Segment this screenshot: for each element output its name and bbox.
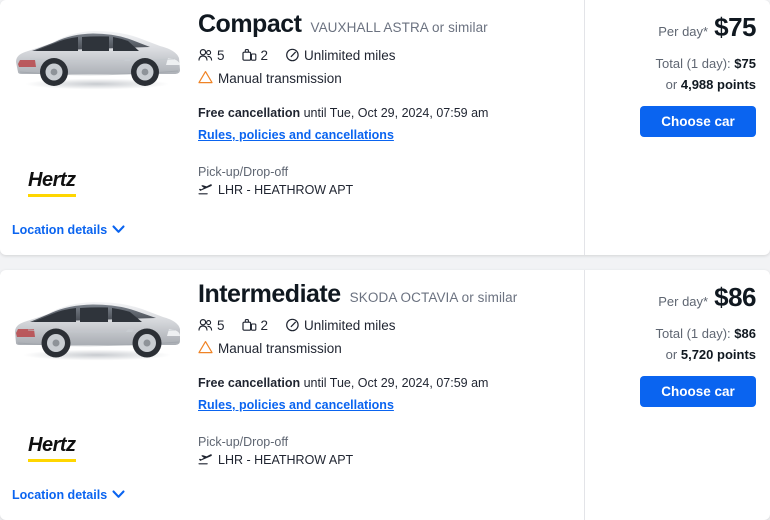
bags-count: 2 [261,48,269,63]
car-class-name: Compact [198,10,301,39]
passengers-icon [198,48,213,62]
chevron-down-icon [112,223,125,237]
rules-policies-link[interactable]: Rules, policies and cancellations [198,128,394,142]
supplier-name: Hertz [28,169,76,197]
rules-policies-link[interactable]: Rules, policies and cancellations [198,398,394,412]
airplane-takeoff-icon [198,452,213,469]
passengers-icon [198,318,213,332]
chevron-down-icon [112,488,125,502]
per-day-price-row: Per day* $75 [595,12,756,43]
per-day-value: $86 [714,282,756,313]
per-day-label: Per day* [658,24,708,39]
total-price-row: Total (1 day): $75 [595,56,756,71]
bags-count: 2 [261,318,269,333]
points-prefix: or [666,347,678,362]
cancellation-label: Free cancellation [198,106,300,120]
pickup-dropoff-label: Pick-up/Drop-off [198,165,572,179]
car-title-row: Compact VAUXHALL ASTRA or similar [198,10,572,39]
luggage-icon [242,318,257,332]
total-label: Total (1 day): [656,56,731,71]
points-value: 4,988 points [681,77,756,92]
luggage-icon [242,48,257,62]
supplier-logo-hertz: Hertz [28,434,76,462]
car-details-column: Intermediate SKODA OCTAVIA or similar 5 … [190,270,585,520]
spec-bags: 2 [242,48,269,63]
cancellation-detail: until Tue, Oct 29, 2024, 07:59 am [304,376,489,390]
per-day-value: $75 [714,12,756,43]
car-photo-hatchback [8,10,186,98]
total-price-row: Total (1 day): $86 [595,326,756,341]
choose-car-button[interactable]: Choose car [640,376,756,407]
car-title-row: Intermediate SKODA OCTAVIA or similar [198,280,572,309]
pickup-location-row: LHR - HEATHROW APT [198,452,572,469]
card-separator [0,255,770,270]
warning-triangle-icon [198,70,213,87]
cancellation-detail: until Tue, Oct 29, 2024, 07:59 am [304,106,489,120]
car-details-column: Compact VAUXHALL ASTRA or similar 5 2 [190,0,585,255]
car-photo-sedan [8,280,186,368]
car-specs-row: 5 2 Unlimited miles [198,318,572,333]
transmission-row: Manual transmission [198,70,572,87]
warning-triangle-icon [198,340,213,357]
car-class-name: Intermediate [198,280,341,309]
speedometer-icon [285,48,300,62]
mileage-label: Unlimited miles [304,318,396,333]
total-value: $75 [734,56,756,71]
spec-passengers: 5 [198,318,225,333]
cancellation-label: Free cancellation [198,376,300,390]
car-specs-row: 5 2 Unlimited miles [198,48,572,63]
car-model-name: SKODA OCTAVIA or similar [350,290,518,305]
location-details-label: Location details [12,223,107,237]
transmission-label: Manual transmission [218,341,342,356]
passengers-count: 5 [217,318,225,333]
spec-bags: 2 [242,318,269,333]
location-details-link[interactable]: Location details [12,223,125,237]
pickup-location-name: LHR - HEATHROW APT [218,183,353,197]
mileage-label: Unlimited miles [304,48,396,63]
pickup-dropoff-block: Pick-up/Drop-off LHR - HEATHROW APT [198,435,572,469]
points-price-row: or 5,720 points [595,347,756,362]
points-prefix: or [666,77,678,92]
points-price-row: or 4,988 points [595,77,756,92]
cancellation-row: Free cancellation until Tue, Oct 29, 202… [198,376,572,390]
passengers-count: 5 [217,48,225,63]
spec-mileage: Unlimited miles [285,48,396,63]
location-details-link[interactable]: Location details [12,488,125,502]
pickup-dropoff-label: Pick-up/Drop-off [198,435,572,449]
price-column: Per day* $75 Total (1 day): $75 or 4,988… [585,0,770,255]
total-label: Total (1 day): [656,326,731,341]
airplane-takeoff-icon [198,182,213,199]
transmission-label: Manual transmission [218,71,342,86]
choose-car-button[interactable]: Choose car [640,106,756,137]
pickup-location-name: LHR - HEATHROW APT [218,453,353,467]
car-offer-card[interactable]: Hertz Location details Compact VAUXHALL … [0,0,770,255]
spec-passengers: 5 [198,48,225,63]
pickup-location-row: LHR - HEATHROW APT [198,182,572,199]
speedometer-icon [285,318,300,332]
pickup-dropoff-block: Pick-up/Drop-off LHR - HEATHROW APT [198,165,572,199]
car-supplier-column: Hertz Location details [0,270,190,520]
car-model-name: VAUXHALL ASTRA or similar [310,20,487,35]
car-supplier-column: Hertz Location details [0,0,190,255]
supplier-logo-hertz: Hertz [28,169,76,197]
per-day-label: Per day* [658,294,708,309]
spec-mileage: Unlimited miles [285,318,396,333]
car-results-list: Hertz Location details Compact VAUXHALL … [0,0,770,520]
cancellation-row: Free cancellation until Tue, Oct 29, 202… [198,106,572,120]
location-details-label: Location details [12,488,107,502]
price-column: Per day* $86 Total (1 day): $86 or 5,720… [585,270,770,520]
car-offer-card[interactable]: Hertz Location details Intermediate SKOD… [0,270,770,520]
per-day-price-row: Per day* $86 [595,282,756,313]
points-value: 5,720 points [681,347,756,362]
supplier-name: Hertz [28,434,76,462]
total-value: $86 [734,326,756,341]
transmission-row: Manual transmission [198,340,572,357]
